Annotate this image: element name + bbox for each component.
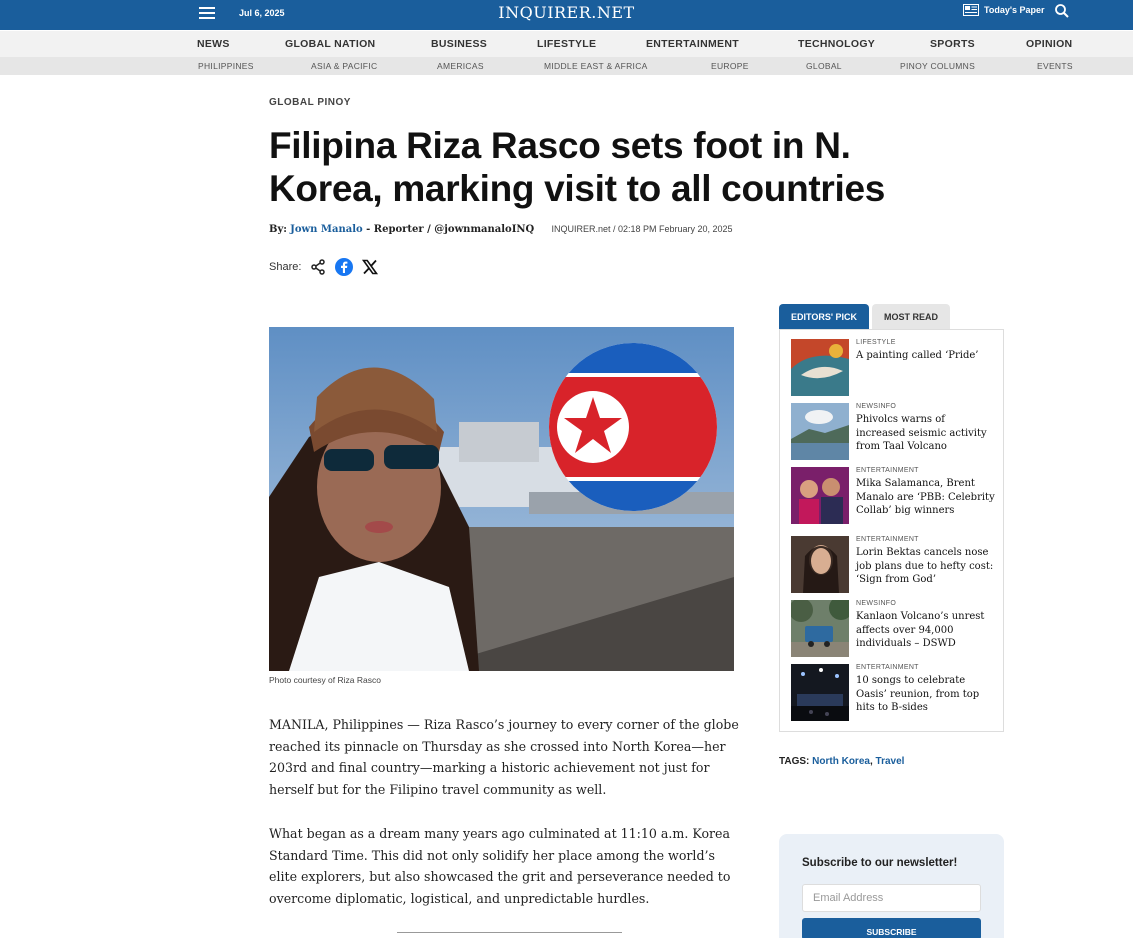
thumbnail xyxy=(791,467,849,524)
newsletter-title: Subscribe to our newsletter! xyxy=(802,857,958,869)
share-bar: Share: xyxy=(269,258,379,276)
article-paragraph: What began as a dream many years ago cul… xyxy=(269,826,731,907)
pick-title: Kanlaon Volcano’s unrest affects over 94… xyxy=(856,611,985,649)
search-icon[interactable] xyxy=(1054,3,1070,19)
thumbnail xyxy=(791,403,849,460)
publish-timestamp: INQUIRER.net / 02:18 PM February 20, 202… xyxy=(551,224,733,234)
pick-title: A painting called ‘Pride’ xyxy=(856,350,979,361)
subnav-item-middle-east-africa[interactable]: MIDDLE EAST & AFRICA xyxy=(544,61,648,71)
author-link[interactable]: Jown Manalo xyxy=(290,224,363,235)
subnav-item-americas[interactable]: AMERICAS xyxy=(437,61,484,71)
tag-link[interactable]: Travel xyxy=(876,756,905,767)
nav-item-sports[interactable]: SPORTS xyxy=(930,38,975,50)
photo-caption: Photo courtesy of Riza Rasco xyxy=(269,675,381,685)
byline-label: By: xyxy=(269,224,287,235)
pick-category: LIFESTYLE xyxy=(856,339,896,346)
pick-category: ENTERTAINMENT xyxy=(856,536,919,543)
top-bar: Jul 6, 2025 INQUIRER.NET Today's Paper xyxy=(0,0,1133,30)
nav-item-entertainment[interactable]: ENTERTAINMENT xyxy=(646,38,739,50)
nav-item-lifestyle[interactable]: LIFESTYLE xyxy=(537,38,596,50)
article-paragraph: MANILA, Philippines — Riza Rasco’s journ… xyxy=(269,717,739,798)
newspaper-icon xyxy=(963,4,979,16)
pick-category: ENTERTAINMENT xyxy=(856,664,919,671)
nav-item-opinion[interactable]: OPINION xyxy=(1026,38,1072,50)
pick-category: ENTERTAINMENT xyxy=(856,467,919,474)
pick-title: Phivolcs warns of increased seismic acti… xyxy=(856,414,987,452)
sidebar-tabs: EDITORS' PICK MOST READ xyxy=(779,304,950,329)
subnav-item-global[interactable]: GLOBAL xyxy=(806,61,842,71)
subnav-item-events[interactable]: EVENTS xyxy=(1037,61,1073,71)
todays-paper-link[interactable]: Today's Paper xyxy=(963,4,1045,16)
editors-pick-list: LIFESTYLE A painting called ‘Pride’ NEWS… xyxy=(779,329,1004,732)
nav-item-technology[interactable]: TECHNOLOGY xyxy=(798,38,875,50)
pick-title: Lorin Bektas cancels nose job plans due … xyxy=(856,547,994,585)
list-item[interactable]: NEWSINFO Phivolcs warns of increased sei… xyxy=(791,403,996,461)
thumbnail xyxy=(791,600,849,657)
todays-paper-label: Today's Paper xyxy=(984,5,1045,15)
list-item[interactable]: ENTERTAINMENT Lorin Bektas cancels nose … xyxy=(791,536,996,594)
newsletter-box: Subscribe to our newsletter! SUBSCRIBE xyxy=(779,834,1004,938)
article-photo xyxy=(269,327,734,671)
pick-title: 10 songs to celebrate Oasis’ reunion, fr… xyxy=(856,675,980,713)
list-item[interactable]: ENTERTAINMENT Mika Salamanca, Brent Mana… xyxy=(791,467,996,525)
pick-category: NEWSINFO xyxy=(856,600,897,607)
share-label: Share: xyxy=(269,261,302,273)
article-tags: TAGS: North Korea, Travel xyxy=(779,756,905,767)
pick-title: Mika Salamanca, Brent Manalo are ‘PBB: C… xyxy=(856,478,995,516)
byline: By: Jown Manalo - Reporter / @jownmanalo… xyxy=(269,224,733,235)
list-item[interactable]: LIFESTYLE A painting called ‘Pride’ xyxy=(791,339,996,397)
subnav-item-pinoy-columns[interactable]: PINOY COLUMNS xyxy=(900,61,975,71)
tag-link[interactable]: North Korea xyxy=(812,756,870,767)
nav-item-business[interactable]: BUSINESS xyxy=(431,38,487,50)
nav-item-global-nation[interactable]: GLOBAL NATION xyxy=(285,38,375,50)
main-nav: NEWS GLOBAL NATION BUSINESS LIFESTYLE EN… xyxy=(0,31,1133,57)
sub-nav: PHILIPPINES ASIA & PACIFIC AMERICAS MIDD… xyxy=(0,57,1133,75)
list-item[interactable]: ENTERTAINMENT 10 songs to celebrate Oasi… xyxy=(791,664,996,722)
thumbnail xyxy=(791,536,849,593)
pick-category: NEWSINFO xyxy=(856,403,897,410)
subnav-item-philippines[interactable]: PHILIPPINES xyxy=(198,61,254,71)
share-icon[interactable] xyxy=(309,258,327,276)
author-handle[interactable]: @jownmanaloINQ xyxy=(434,224,534,235)
thumbnail xyxy=(791,339,849,396)
article-headline: Filipina Riza Rasco sets foot in N. Kore… xyxy=(269,125,886,209)
subnav-item-europe[interactable]: EUROPE xyxy=(711,61,749,71)
tags-label: TAGS: xyxy=(779,756,810,767)
nav-item-news[interactable]: NEWS xyxy=(197,38,230,50)
email-field[interactable] xyxy=(802,884,981,912)
subscribe-button[interactable]: SUBSCRIBE xyxy=(802,918,981,938)
tab-most-read[interactable]: MOST READ xyxy=(871,304,950,329)
content-divider xyxy=(397,932,622,933)
facebook-icon[interactable] xyxy=(335,258,354,276)
thumbnail xyxy=(791,664,849,721)
author-role: - Reporter / xyxy=(362,224,435,235)
subnav-item-asia-pacific[interactable]: ASIA & PACIFIC xyxy=(311,61,377,71)
x-twitter-icon[interactable] xyxy=(361,258,379,276)
list-item[interactable]: NEWSINFO Kanlaon Volcano’s unrest affect… xyxy=(791,600,996,658)
tab-editors-pick[interactable]: EDITORS' PICK xyxy=(779,304,869,329)
article-kicker[interactable]: GLOBAL PINOY xyxy=(269,97,351,108)
